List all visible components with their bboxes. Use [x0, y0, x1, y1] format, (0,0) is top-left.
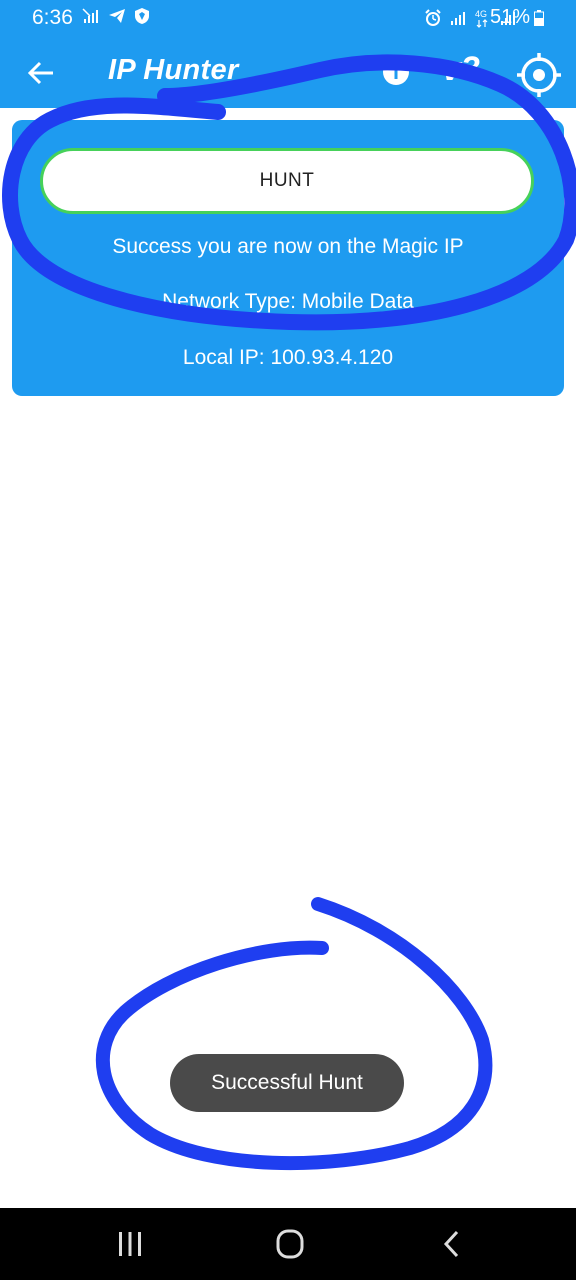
signal-off-icon: [82, 8, 98, 23]
back-icon[interactable]: [432, 1228, 472, 1260]
home-icon[interactable]: [270, 1228, 310, 1260]
success-message: Success you are now on the Magic IP: [112, 235, 464, 258]
hunt-button[interactable]: HUNT: [40, 148, 534, 214]
recent-apps-icon[interactable]: [110, 1228, 150, 1260]
signal-icon: [451, 12, 465, 25]
battery-icon: [534, 10, 544, 26]
network-type: Network Type: Mobile Data: [162, 290, 414, 313]
svg-text:4G: 4G: [475, 9, 487, 19]
version-label[interactable]: v3: [442, 50, 480, 89]
info-icon[interactable]: [382, 58, 410, 86]
target-icon[interactable]: [516, 52, 562, 98]
status-time: 6:36: [32, 6, 73, 29]
local-ip: Local IP: 100.93.4.120: [182, 346, 394, 369]
status-card: HUNT Success you are now on the Magic IP…: [12, 120, 564, 396]
toast-message: Successful Hunt: [170, 1054, 404, 1112]
battery-percent: 51%: [489, 6, 530, 28]
back-arrow-icon[interactable]: [26, 58, 56, 88]
telegram-icon: [109, 9, 125, 23]
status-left-icons: [82, 7, 150, 25]
app-bar: IP Hunter v3: [0, 36, 576, 108]
nav-bar: [0, 1208, 576, 1280]
shield-icon: [135, 8, 149, 24]
annotation-circle-bottom: [95, 897, 493, 1171]
status-bar: 6:36 4G 51%: [0, 0, 576, 36]
alarm-icon: [425, 9, 441, 26]
app-title: IP Hunter: [108, 54, 239, 86]
screen: 6:36 4G 51% IP Hunter v3 HUNT Success yo…: [0, 0, 576, 1280]
